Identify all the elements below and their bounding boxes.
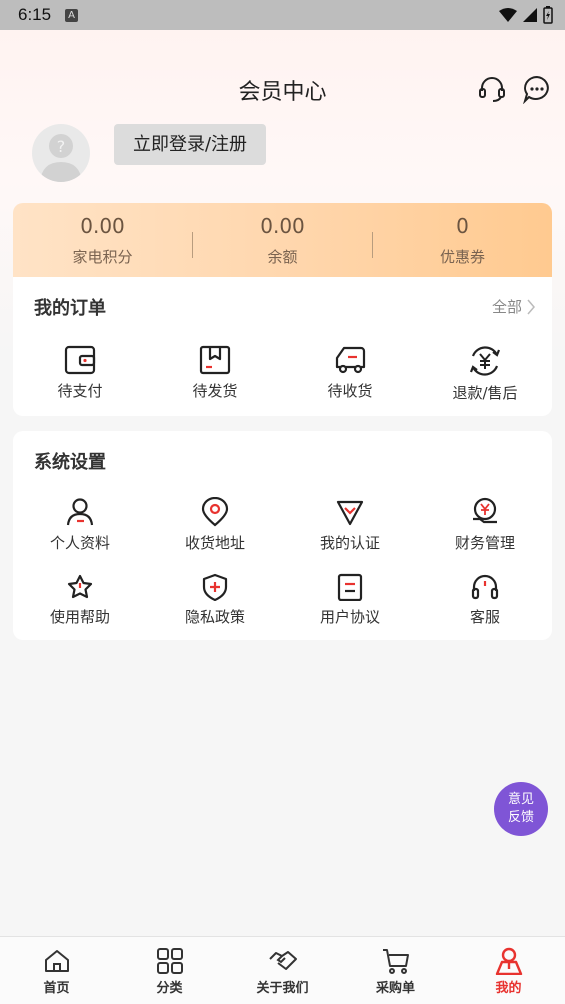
tab-purchase-list[interactable]: 采购单 [339,937,452,1004]
svg-text:?: ? [57,137,66,156]
settings-profile-label: 个人资料 [49,534,110,552]
stat-points-value: 0.00 [80,213,125,238]
login-register-button[interactable]: 立即登录/注册 [114,124,266,165]
tab-about-us-label: 关于我们 [256,981,309,996]
stat-balance-value: 0.00 [260,213,305,238]
feedback-button[interactable]: 意见 反馈 [494,782,548,836]
orders-view-all[interactable]: 全部 [492,296,536,317]
settings-verification[interactable]: 我的认证 [283,497,417,553]
tab-purchase-list-label: 采购单 [375,981,415,996]
handshake-icon [268,951,297,970]
stat-coupons-label: 优惠券 [439,247,485,266]
wifi-icon [499,8,517,22]
settings-privacy[interactable]: 隐私政策 [148,573,282,627]
settings-customer-service[interactable]: 客服 [418,573,552,627]
privacy-shield-icon [202,573,228,601]
default-avatar-icon: ? [40,134,82,182]
bottom-tab-bar: 首页 分类 关于我们 采购单 我的 [0,936,565,1004]
settings-customer-service-label: 客服 [469,608,500,626]
tab-home[interactable]: 首页 [0,937,113,1004]
profile-icon [495,947,522,975]
headset-icon [471,574,499,600]
settings-card: 系统设置 个人资料 收货地址 我的认证 财务管理 使用帮助 隐私政策 用户协议 … [13,431,552,640]
agreement-icon [337,573,363,601]
status-time: 6:15 [18,5,52,24]
settings-profile[interactable]: 个人资料 [13,497,147,553]
settings-finance-label: 财务管理 [454,534,515,552]
order-pending-payment-label: 待支付 [57,382,103,400]
settings-agreement[interactable]: 用户协议 [283,573,417,627]
battery-icon [543,6,553,24]
settings-agreement-label: 用户协议 [319,608,380,626]
order-pending-receipt[interactable]: 待收货 [283,345,417,401]
order-pending-shipment-label: 待发货 [192,382,238,400]
person-icon [66,498,94,526]
tab-mine-label: 我的 [495,981,522,996]
avatar[interactable]: ? [32,124,90,182]
feedback-line1: 意见 [507,792,534,807]
status-bar: 6:15 A [0,0,565,30]
orders-view-all-label: 全部 [491,298,522,316]
order-pending-receipt-label: 待收货 [327,382,373,400]
package-icon [199,345,231,375]
stat-coupons[interactable]: 0 优惠券 [373,214,552,267]
stat-coupons-value: 0 [456,213,469,238]
customer-service-icon[interactable] [477,74,507,104]
home-icon [44,950,69,972]
feedback-line2: 反馈 [507,810,534,825]
order-pending-payment[interactable]: 待支付 [13,345,147,401]
tab-home-label: 首页 [43,981,70,996]
settings-finance[interactable]: 财务管理 [418,497,552,553]
orders-card: 我的订单 全部 待支付 待发货 待收货 退款/售后 [13,277,552,416]
order-refund-aftersale-label: 退款/售后 [452,384,518,402]
account-stats: 0.00 家电积分 0.00 余额 0 优惠券 [13,203,552,277]
verification-icon [336,500,364,526]
finance-icon [473,497,497,524]
stat-balance[interactable]: 0.00 余额 [193,214,372,267]
tab-category-label: 分类 [156,981,183,996]
settings-verification-label: 我的认证 [319,534,380,552]
orders-title: 我的订单 [34,298,106,319]
tab-category[interactable]: 分类 [113,937,226,1004]
category-grid-icon [156,948,183,974]
tab-about-us[interactable]: 关于我们 [226,937,339,1004]
stat-points[interactable]: 0.00 家电积分 [13,214,192,267]
settings-address[interactable]: 收货地址 [148,497,282,553]
signal-icon [523,8,537,22]
settings-title: 系统设置 [34,452,106,473]
cart-icon [382,949,409,974]
tab-mine[interactable]: 我的 [452,937,565,1004]
settings-help[interactable]: 使用帮助 [13,573,147,627]
chevron-right-icon [527,299,535,314]
help-icon [67,574,93,599]
message-icon[interactable] [522,74,552,104]
order-refund-aftersale[interactable]: 退款/售后 [418,345,552,403]
notification-a-icon: A [65,8,79,22]
settings-privacy-label: 隐私政策 [184,608,245,626]
stat-points-label: 家电积分 [72,247,133,266]
location-pin-icon [201,497,229,527]
refund-icon [469,346,501,376]
order-pending-shipment[interactable]: 待发货 [148,345,282,401]
settings-address-label: 收货地址 [184,534,245,552]
delivery-truck-icon [335,346,366,374]
stat-balance-label: 余额 [267,247,298,266]
settings-help-label: 使用帮助 [49,608,110,626]
wallet-icon [64,345,96,375]
